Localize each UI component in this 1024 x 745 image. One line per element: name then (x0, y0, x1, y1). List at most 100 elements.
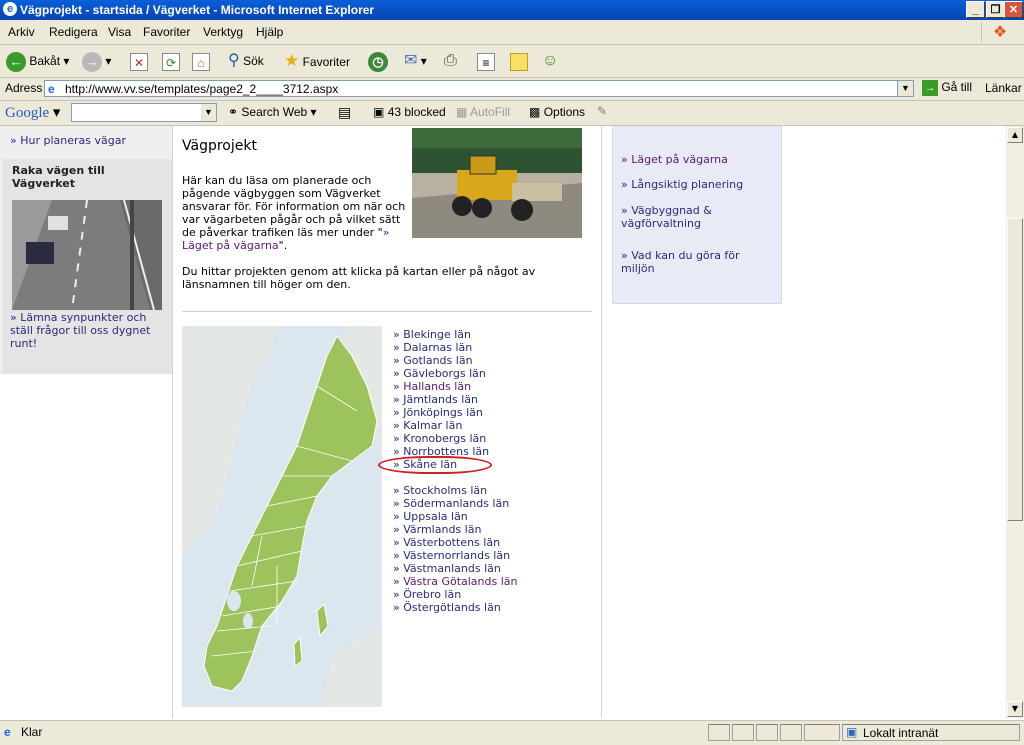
autofill-button[interactable]: ▦ AutoFill (456, 105, 510, 119)
county-link[interactable]: » Västernorrlands län (393, 549, 510, 562)
lamna-synpunkter-link[interactable]: » Lämna synpunkter och ställ frågor till… (10, 311, 170, 350)
address-bar: Adress e http://www.vv.se/templates/page… (0, 78, 1024, 101)
county-link[interactable]: » Dalarnas län (393, 341, 472, 354)
horizontal-divider (182, 311, 592, 312)
blocked-label: 43 blocked (387, 105, 446, 119)
refresh-button[interactable]: ⟳ (162, 49, 180, 73)
autofill-icon: ▦ (456, 105, 468, 119)
binoculars-icon: ⚭ (228, 105, 239, 119)
pencil-icon[interactable]: ✎ (597, 104, 607, 118)
google-dropdown-icon[interactable]: ▼ (201, 104, 216, 121)
minimize-button[interactable]: _ (966, 1, 985, 18)
county-link[interactable]: » Örebro län (393, 588, 461, 601)
menu-favoriter[interactable]: Favoriter (143, 25, 190, 39)
search-icon: ⚲ (228, 52, 240, 69)
forward-button[interactable]: → ▾ (82, 49, 111, 73)
title-bar: e Vägprojekt - startsida / Vägverket - M… (0, 0, 1024, 20)
right-link[interactable]: » Läget på vägarna (621, 153, 771, 166)
county-link[interactable]: » Kronobergs län (393, 432, 486, 445)
county-link[interactable]: » Stockholms län (393, 484, 487, 497)
instruction-text: Du hittar projekten genom att klicka på … (182, 265, 536, 291)
standard-toolbar: ← Bakåt ▾ → ▾ ✕ ⟳ ⌂ ⚲ Sök ★ Favoriter ◷ … (0, 45, 1024, 78)
menu-verktyg[interactable]: Verktyg (203, 25, 243, 39)
county-link[interactable]: » Jämtlands län (393, 393, 478, 406)
status-bar: e Klar ▣ Lokalt intranät (0, 720, 1024, 745)
mail-button[interactable]: ✉ ▾ (404, 49, 427, 73)
google-logo-text: Google (5, 105, 50, 121)
scroll-up-button[interactable]: ▲ (1007, 127, 1023, 143)
county-link[interactable]: » Värmlands län (393, 523, 481, 536)
county-link[interactable]: » Jönköpings län (393, 406, 483, 419)
menu-arkiv[interactable]: Arkiv (8, 25, 35, 39)
search-label: Sök (243, 54, 264, 68)
sweden-map[interactable] (182, 326, 382, 707)
popup-blocker-icon: ▣ (373, 105, 385, 119)
county-link[interactable]: » Kalmar län (393, 419, 462, 432)
refresh-icon: ⟳ (162, 52, 180, 71)
windows-logo-icon: ❖ (981, 22, 1018, 42)
county-link[interactable]: » Uppsala län (393, 510, 468, 523)
print-icon: ⎙ (444, 52, 457, 69)
close-button[interactable]: ✕ (1004, 1, 1023, 18)
intro-text: Här kan du läsa om planerade och pågende… (182, 174, 407, 252)
print-button[interactable]: ⎙ (444, 49, 457, 73)
county-link[interactable]: » Blekinge län (393, 328, 471, 341)
right-link[interactable]: » Vad kan du göra för miljön (621, 249, 771, 275)
right-link[interactable]: » Vägbyggnad & vägförvaltning (621, 204, 771, 230)
county-link[interactable]: » Västra Götalands län (393, 575, 518, 588)
search-button[interactable]: ⚲ Sök (228, 49, 264, 73)
home-icon: ⌂ (192, 52, 210, 71)
left-link-hur-planeras[interactable]: » Hur planeras vägar (10, 134, 126, 147)
messenger-button[interactable]: ☺ (542, 49, 558, 73)
history-button[interactable]: ◷ (368, 49, 388, 73)
address-dropdown-icon[interactable]: ▼ (897, 81, 913, 96)
status-pane-1 (708, 724, 730, 741)
popup-blocker-button[interactable]: ▣ 43 blocked (373, 105, 446, 119)
menu-redigera[interactable]: Redigera (49, 25, 98, 39)
menu-bar: Arkiv Redigera Visa Favoriter Verktyg Hj… (0, 20, 1024, 45)
google-logo[interactable]: Google ▾ (5, 103, 60, 122)
stop-icon: ✕ (130, 52, 148, 71)
edit-button[interactable]: ≡ (477, 49, 495, 73)
go-button[interactable]: → Gå till (922, 80, 972, 96)
highway-image[interactable] (12, 200, 162, 310)
intro-body: Här kan du läsa om planerade och pågende… (182, 174, 406, 239)
status-pane-2 (732, 724, 754, 741)
county-link[interactable]: » Gävleborgs län (393, 367, 486, 380)
maximize-button[interactable]: ❐ (986, 1, 1005, 18)
scroll-down-button[interactable]: ▼ (1007, 701, 1023, 717)
vertical-scrollbar[interactable]: ▲ ▼ (1006, 126, 1024, 718)
home-button[interactable]: ⌂ (192, 49, 210, 73)
stop-button[interactable]: ✕ (130, 49, 148, 73)
google-search-input[interactable]: ▼ (71, 103, 217, 122)
status-page-icon: e (4, 725, 11, 739)
county-link[interactable]: » Södermanlands län (393, 497, 509, 510)
search-web-button[interactable]: ⚭ Search Web ▾ (228, 105, 317, 119)
google-toolbar: Google ▾ ▼ ⚭ Search Web ▾ ▤ ▣ 43 blocked… (0, 101, 1024, 126)
pagerank-icon[interactable]: ▤ (338, 104, 351, 121)
county-link[interactable]: » Hallands län (393, 380, 471, 393)
autofill-label: AutoFill (470, 105, 511, 119)
county-link[interactable]: » Östergötlands län (393, 601, 501, 614)
status-pane-5 (804, 724, 840, 741)
scrollbar-thumb[interactable] (1007, 218, 1023, 521)
county-link[interactable]: » Västmanlands län (393, 562, 501, 575)
address-field[interactable]: e http://www.vv.se/templates/page2_2____… (44, 80, 914, 97)
zone-text: Lokalt intranät (863, 726, 939, 740)
favorites-button[interactable]: ★ Favoriter (284, 49, 350, 73)
discuss-button[interactable] (510, 49, 528, 73)
status-text: Klar (21, 725, 43, 739)
options-button[interactable]: ▩ Options (529, 105, 585, 119)
edit-icon: ≡ (477, 52, 495, 71)
county-link[interactable]: » Gotlands län (393, 354, 473, 367)
right-link[interactable]: » Långsiktig planering (621, 178, 771, 191)
page-icon: e (48, 82, 55, 96)
menu-visa[interactable]: Visa (108, 25, 131, 39)
go-arrow-icon: → (922, 80, 938, 96)
skane-highlight-ellipse (378, 456, 492, 474)
county-link[interactable]: » Västerbottens län (393, 536, 500, 549)
menu-hjalp[interactable]: Hjälp (256, 25, 283, 39)
back-button[interactable]: ← Bakåt ▾ (6, 49, 69, 73)
links-button[interactable]: Länkar (985, 81, 1022, 95)
history-icon: ◷ (368, 51, 388, 72)
